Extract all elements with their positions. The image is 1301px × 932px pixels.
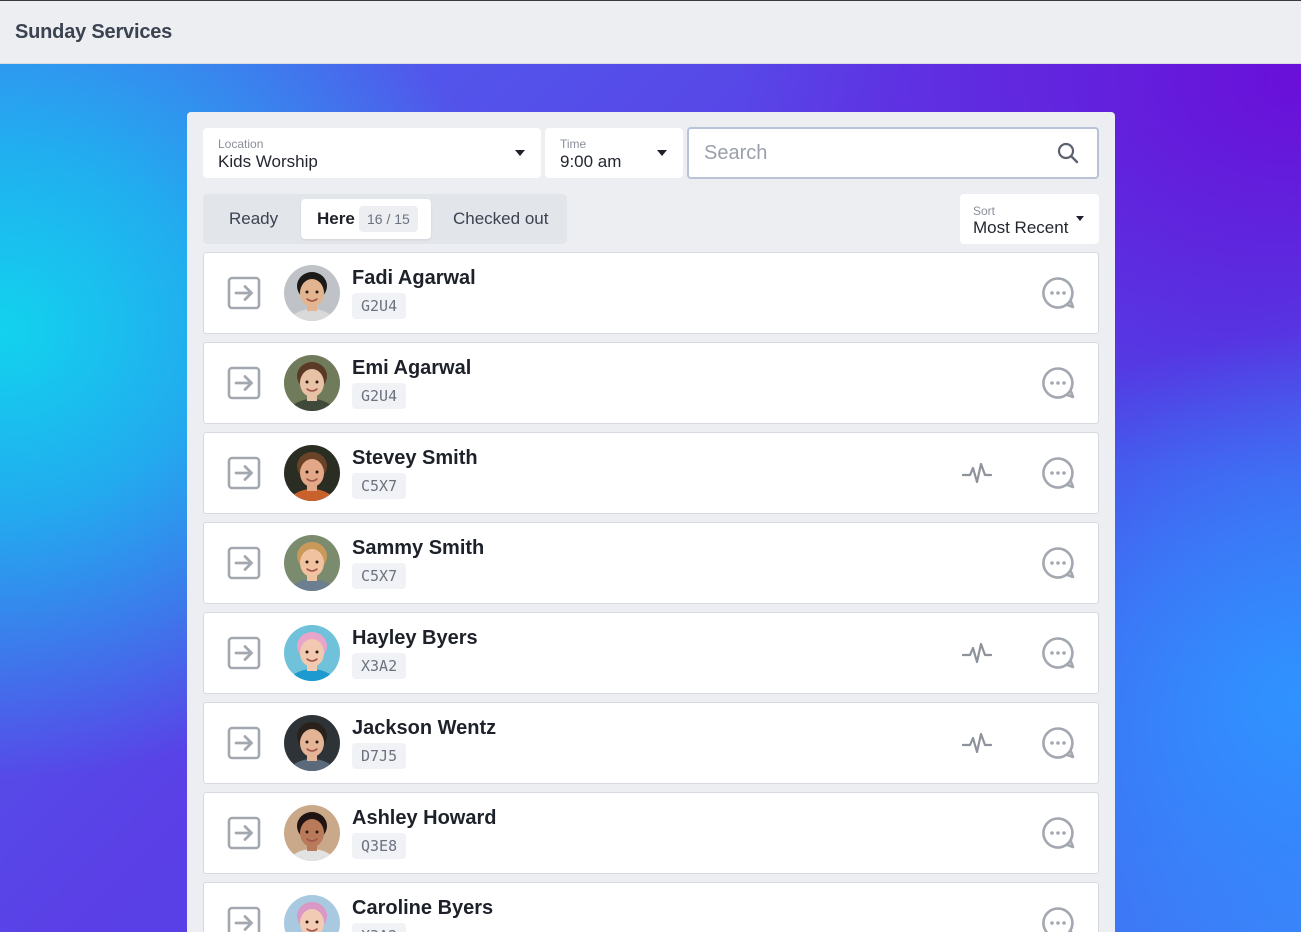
chat-bubble-icon[interactable] <box>1041 546 1075 580</box>
person-photo <box>284 535 340 591</box>
security-code-badge: G2U4 <box>352 293 407 319</box>
location-value: Kids Worship <box>218 152 318 171</box>
person-name: Caroline Byers <box>352 897 494 919</box>
sort-select[interactable]: Sort Most Recent <box>960 194 1099 244</box>
person-row[interactable]: Stevey Smith C5X7 <box>203 432 1099 514</box>
person-name: Fadi Agarwal <box>352 267 476 289</box>
avatar <box>284 535 340 591</box>
time-select[interactable]: Time 9:00 am <box>545 128 683 178</box>
person-photo <box>284 445 340 501</box>
security-code-badge: X3A2 <box>352 653 407 679</box>
person-photo <box>284 625 340 681</box>
activity-alert-icon[interactable] <box>962 730 992 758</box>
caret-down-icon <box>1076 216 1084 221</box>
chat-bubble-icon[interactable] <box>1041 726 1075 760</box>
avatar <box>284 895 340 932</box>
person-name: Jackson Wentz <box>352 717 497 739</box>
avatar <box>284 715 340 771</box>
check-in-arrow-icon[interactable] <box>227 366 261 400</box>
avatar <box>284 805 340 861</box>
check-in-arrow-icon[interactable] <box>227 726 261 760</box>
person-row[interactable]: Hayley Byers X3A2 <box>203 612 1099 694</box>
person-photo <box>284 715 340 771</box>
caret-down-icon <box>515 150 525 156</box>
check-in-arrow-icon[interactable] <box>227 456 261 490</box>
app-title: Sunday Services <box>15 21 173 43</box>
sort-value: Most Recent <box>973 218 1069 237</box>
check-in-arrow-icon[interactable] <box>227 816 261 850</box>
person-photo <box>284 895 340 932</box>
status-tabs: Ready Here 16 / 15 Checked out <box>203 194 567 244</box>
activity-alert-icon[interactable] <box>962 640 992 668</box>
avatar <box>284 625 340 681</box>
person-row[interactable]: Caroline Byers X3A2 <box>203 882 1099 932</box>
location-select[interactable]: Location Kids Worship <box>203 128 541 178</box>
caret-down-icon <box>657 150 667 156</box>
person-row[interactable]: Emi Agarwal G2U4 <box>203 342 1099 424</box>
top-bar: Sunday Services <box>0 0 1301 64</box>
checkin-panel: Location Kids Worship Time 9:00 am Searc… <box>187 112 1115 932</box>
chat-bubble-icon[interactable] <box>1041 816 1075 850</box>
here-count-badge: 16 / 15 <box>359 206 418 232</box>
person-name: Hayley Byers <box>352 627 478 649</box>
person-row[interactable]: Ashley Howard Q3E8 <box>203 792 1099 874</box>
security-code-badge: C5X7 <box>352 473 407 499</box>
security-code-badge: D7J5 <box>352 743 407 769</box>
security-code-badge: Q3E8 <box>352 833 407 859</box>
person-row[interactable]: Sammy Smith C5X7 <box>203 522 1099 604</box>
chat-bubble-icon[interactable] <box>1041 276 1075 310</box>
search-input[interactable]: Search <box>687 127 1099 179</box>
activity-alert-icon[interactable] <box>962 460 992 488</box>
chat-bubble-icon[interactable] <box>1041 456 1075 490</box>
person-name: Stevey Smith <box>352 447 478 469</box>
tab-ready-label: Ready <box>229 209 279 228</box>
search-icon[interactable] <box>1057 142 1079 164</box>
person-name: Sammy Smith <box>352 537 485 559</box>
avatar <box>284 265 340 321</box>
check-in-arrow-icon[interactable] <box>227 546 261 580</box>
location-label: Location <box>218 137 264 151</box>
tab-ready[interactable]: Ready <box>203 194 300 244</box>
avatar <box>284 355 340 411</box>
check-in-arrow-icon[interactable] <box>227 276 261 310</box>
person-row[interactable]: Fadi Agarwal G2U4 <box>203 252 1099 334</box>
security-code-badge: G2U4 <box>352 383 407 409</box>
search-placeholder: Search <box>704 142 768 164</box>
avatar <box>284 445 340 501</box>
sort-label: Sort <box>973 204 996 218</box>
person-photo <box>284 355 340 411</box>
security-code-badge: X3A2 <box>352 923 407 932</box>
time-label: Time <box>560 137 587 151</box>
person-photo <box>284 805 340 861</box>
tab-checked-out[interactable]: Checked out <box>437 194 567 244</box>
chat-bubble-icon[interactable] <box>1041 636 1075 670</box>
person-name: Ashley Howard <box>352 807 497 829</box>
tab-checked-out-label: Checked out <box>453 209 549 228</box>
person-photo <box>284 265 340 321</box>
tab-here[interactable]: Here 16 / 15 <box>301 199 431 239</box>
security-code-badge: C5X7 <box>352 563 407 589</box>
person-row[interactable]: Jackson Wentz D7J5 <box>203 702 1099 784</box>
time-value: 9:00 am <box>560 152 622 171</box>
check-in-arrow-icon[interactable] <box>227 906 261 932</box>
check-in-arrow-icon[interactable] <box>227 636 261 670</box>
chat-bubble-icon[interactable] <box>1041 906 1075 932</box>
tab-here-label: Here <box>317 209 355 228</box>
chat-bubble-icon[interactable] <box>1041 366 1075 400</box>
person-name: Emi Agarwal <box>352 357 472 379</box>
